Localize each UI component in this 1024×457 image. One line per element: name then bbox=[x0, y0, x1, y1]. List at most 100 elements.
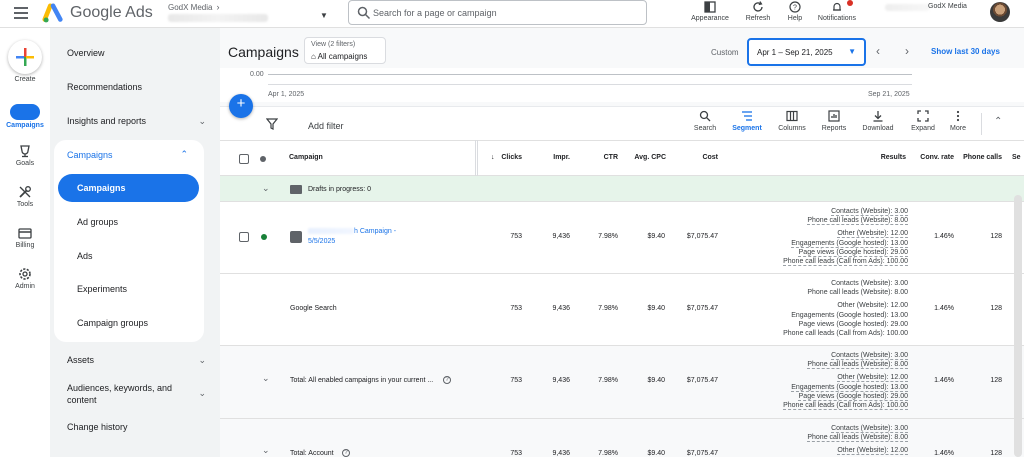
total-row[interactable]: ⌄ Total: Account ? 753 9,436 7.98% $9.40… bbox=[220, 419, 1024, 457]
result-item[interactable]: Other (Website): 12.00 bbox=[783, 229, 908, 238]
view-selector[interactable]: View (2 filters) ⌂ All campaigns bbox=[304, 37, 386, 64]
result-item[interactable]: Engagements (Google hosted): 13.00 bbox=[783, 239, 908, 248]
rail-label-tools: Tools bbox=[16, 201, 34, 208]
expand-button[interactable]: Expand bbox=[903, 110, 943, 132]
account-switcher[interactable]: GodX Media › ▼ bbox=[168, 2, 338, 26]
nav-sub-campaigns[interactable]: Campaigns bbox=[58, 174, 199, 202]
column-results[interactable]: Results bbox=[860, 154, 906, 161]
rail-item-tools[interactable]: Tools bbox=[0, 185, 50, 208]
chart-start-date: Apr 1, 2025 bbox=[268, 91, 305, 98]
main-menu-icon[interactable] bbox=[14, 7, 30, 21]
create-button[interactable] bbox=[8, 40, 42, 74]
chevron-up-icon[interactable]: ⌃ bbox=[180, 149, 188, 160]
sort-descending-icon[interactable]: ↓ bbox=[491, 154, 495, 161]
result-item[interactable]: Contacts (Website): 3.00 bbox=[807, 424, 908, 433]
chart-series-line bbox=[268, 74, 912, 75]
rail-item-campaigns[interactable]: Campaigns bbox=[0, 104, 50, 129]
result-item[interactable]: Phone call leads (Website): 8.00 bbox=[783, 360, 908, 369]
result-item[interactable]: Phone call leads (Call from Ads): 100.00 bbox=[783, 401, 908, 410]
nav-item-overview[interactable]: Overview bbox=[67, 48, 105, 58]
chevron-down-icon[interactable]: ⌄ bbox=[262, 373, 270, 384]
nav-section-campaigns[interactable]: Campaigns bbox=[67, 150, 113, 160]
search-campaign-icon bbox=[290, 231, 302, 243]
refresh-button[interactable]: Refresh bbox=[740, 0, 776, 28]
row-checkbox[interactable] bbox=[239, 232, 249, 242]
appearance-button[interactable]: Appearance bbox=[688, 0, 732, 28]
result-item[interactable]: Other (Website): 12.00 bbox=[783, 373, 908, 382]
next-period-icon[interactable]: › bbox=[905, 44, 909, 58]
columns-button[interactable]: Columns bbox=[772, 110, 812, 132]
column-avg-cpc[interactable]: Avg. CPC bbox=[620, 154, 666, 161]
result-item[interactable]: Page views (Google hosted): 29.00 bbox=[783, 248, 908, 257]
table-row[interactable]: Google Search 753 9,436 7.98% $9.40 $7,0… bbox=[220, 274, 1024, 346]
select-all-checkbox[interactable] bbox=[239, 154, 249, 164]
previous-period-icon[interactable]: ‹ bbox=[876, 44, 880, 58]
total-row[interactable]: ⌄ Total: All enabled campaigns in your c… bbox=[220, 346, 1024, 419]
result-item[interactable]: Contacts (Website): 3.00 bbox=[783, 351, 908, 360]
new-campaign-button[interactable]: + bbox=[229, 94, 253, 118]
nav-item-change-history[interactable]: Change history bbox=[67, 422, 128, 432]
search-button[interactable]: Search bbox=[685, 110, 725, 132]
filter-icon[interactable] bbox=[266, 118, 278, 130]
dropdown-arrow-icon[interactable]: ▼ bbox=[320, 11, 328, 20]
drafts-row[interactable]: ⌄ Drafts in progress: 0 bbox=[220, 176, 1024, 202]
enabled-status-icon[interactable] bbox=[261, 234, 267, 240]
status-header-icon[interactable] bbox=[260, 156, 266, 162]
result-item[interactable]: Engagements (Google hosted): 13.00 bbox=[783, 383, 908, 392]
column-impr[interactable]: Impr. bbox=[542, 154, 570, 161]
result-item[interactable]: Page views (Google hosted): 29.00 bbox=[783, 392, 908, 401]
search-input[interactable]: Search for a page or campaign bbox=[348, 0, 647, 25]
avatar[interactable] bbox=[990, 2, 1010, 22]
nav-sub-experiments[interactable]: Experiments bbox=[77, 284, 127, 294]
chevron-down-icon[interactable]: ⌄ bbox=[198, 355, 206, 366]
table-row[interactable]: h Campaign - 5/5/2025 753 9,436 7.98% $9… bbox=[220, 202, 1024, 274]
nav-item-recommendations[interactable]: Recommendations bbox=[67, 82, 142, 92]
nav-item-audiences-line2[interactable]: content bbox=[67, 395, 97, 405]
column-conv-rate[interactable]: Conv. rate bbox=[910, 154, 954, 161]
column-campaign[interactable]: Campaign bbox=[289, 154, 323, 161]
ctr-value: 7.98% bbox=[598, 377, 618, 384]
nav-sub-ad-groups[interactable]: Ad groups bbox=[77, 217, 118, 227]
download-label: Download bbox=[862, 125, 894, 132]
page-scrollbar[interactable] bbox=[1014, 195, 1022, 457]
rail-item-admin[interactable]: Admin bbox=[0, 267, 50, 290]
help-icon[interactable]: ? bbox=[342, 449, 350, 457]
more-button[interactable]: More bbox=[938, 110, 978, 132]
clicks-value: 753 bbox=[510, 233, 522, 240]
segment-button[interactable]: Segment bbox=[727, 110, 767, 132]
add-filter-button[interactable]: Add filter bbox=[308, 121, 344, 131]
date-range-picker[interactable]: Apr 1 – Sep 21, 2025 ▼ bbox=[747, 38, 866, 66]
nav-item-insights[interactable]: Insights and reports bbox=[67, 116, 146, 126]
chevron-down-icon[interactable]: ⌄ bbox=[262, 183, 270, 194]
help-button[interactable]: ? Help bbox=[780, 0, 810, 28]
result-item[interactable]: Phone call leads (Website): 8.00 bbox=[807, 433, 908, 442]
rail-item-billing[interactable]: Billing bbox=[0, 226, 50, 249]
reports-button[interactable]: Reports bbox=[814, 110, 854, 132]
column-truncated[interactable]: Se bbox=[1012, 154, 1021, 161]
result-item[interactable]: Phone call leads (Website): 8.00 bbox=[783, 216, 908, 225]
chevron-down-icon[interactable]: ⌄ bbox=[198, 388, 206, 399]
ctr-value: 7.98% bbox=[598, 233, 618, 240]
download-button[interactable]: Download bbox=[858, 110, 898, 132]
column-cost[interactable]: Cost bbox=[690, 154, 718, 161]
result-item[interactable]: Other (Website): 12.00 bbox=[807, 446, 908, 455]
help-label: Help bbox=[787, 15, 803, 22]
nav-sub-campaign-groups[interactable]: Campaign groups bbox=[77, 318, 148, 328]
rail-item-goals[interactable]: Goals bbox=[0, 144, 50, 167]
nav-item-assets[interactable]: Assets bbox=[67, 355, 94, 365]
notifications-button[interactable]: Notifications bbox=[813, 0, 861, 28]
nav-sub-ads[interactable]: Ads bbox=[77, 251, 93, 261]
column-ctr[interactable]: CTR bbox=[598, 154, 618, 161]
collapse-chart-icon[interactable]: ⌃ bbox=[994, 116, 1002, 127]
campaign-name-link[interactable]: h Campaign - 5/5/2025 bbox=[308, 227, 396, 247]
result-item[interactable]: Phone call leads (Call from Ads): 100.00 bbox=[783, 257, 908, 266]
show-last-30-days-link[interactable]: Show last 30 days bbox=[931, 47, 1000, 56]
result-item[interactable]: Contacts (Website): 3.00 bbox=[783, 207, 908, 216]
nav-item-audiences[interactable]: Audiences, keywords, and bbox=[67, 383, 172, 393]
help-icon[interactable]: ? bbox=[443, 376, 451, 384]
column-phone-calls[interactable]: Phone calls bbox=[960, 154, 1002, 161]
chevron-down-icon[interactable]: ⌄ bbox=[198, 116, 206, 127]
column-clicks[interactable]: Clicks bbox=[501, 154, 522, 161]
expand-icon bbox=[917, 110, 929, 122]
chevron-down-icon[interactable]: ⌄ bbox=[262, 445, 270, 456]
